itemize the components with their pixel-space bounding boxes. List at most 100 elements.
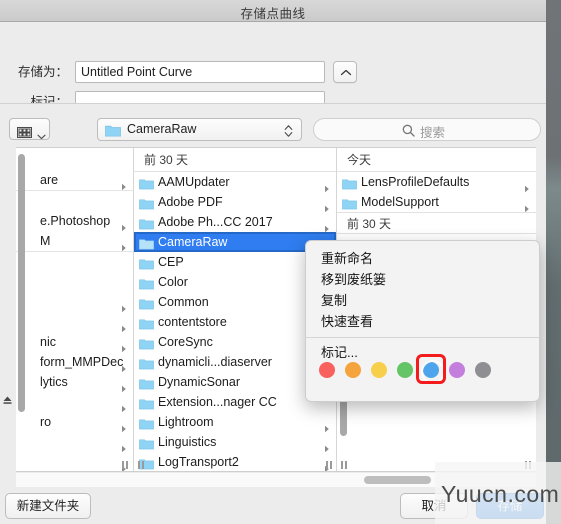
path-popup-button[interactable]: CameraRaw [97,118,302,141]
context-menu-item-move-to-trash[interactable]: 移到废纸篓 [306,269,539,290]
folder-icon [139,396,154,412]
list-item[interactable] [16,191,133,211]
folder-icon [139,416,154,432]
list-item[interactable]: form_MMPDec [16,352,133,372]
list-item-label: LensProfileDefaults [361,175,470,189]
column-left-scrollbar[interactable] [18,154,25,412]
column-left-header-spacer [16,148,133,170]
list-item-label: e.Photoshop [40,214,111,228]
list-item[interactable] [16,312,133,332]
column-middle-resizer-right[interactable] [324,459,334,471]
tag-yellow-swatch[interactable] [371,362,387,378]
list-item-label: AAMUpdater [158,175,230,189]
list-item[interactable]: are [16,170,133,190]
list-item[interactable]: nic [16,332,133,352]
list-item[interactable]: lytics [16,372,133,392]
context-menu-item-duplicate[interactable]: 复制 [306,290,539,311]
list-item[interactable]: LogTransport2 [134,452,336,471]
tag-orange-swatch[interactable] [345,362,361,378]
list-item[interactable] [16,392,133,412]
list-item[interactable]: AAMUpdater [134,172,336,192]
disclosure-arrow-icon [324,439,330,452]
save-as-row: 存储为： Untitled Point Curve [0,61,340,83]
list-item-label: dynamicli...diaserver [158,355,272,369]
list-item-label: Linguistics [158,435,217,449]
list-item[interactable] [16,432,133,452]
context-menu-separator [306,337,539,338]
search-icon [402,124,415,142]
folder-icon [342,176,357,192]
list-item[interactable]: LensProfileDefaults [337,172,536,192]
disclosure-arrow-icon [121,218,127,231]
list-item[interactable] [16,272,133,292]
list-item[interactable]: Adobe PDF [134,192,336,212]
disclosure-arrow-icon [121,379,127,392]
list-item[interactable]: M [16,231,133,251]
list-item-label: Color [158,275,188,289]
annotation-highlight-box [416,354,446,384]
disclosure-arrow-icon [121,299,127,312]
column-right-resizer-left[interactable] [339,459,349,471]
tag-red-swatch[interactable] [319,362,335,378]
watermark-text: Yuucn.com [441,481,560,507]
list-item[interactable] [16,252,133,272]
folder-icon [139,176,154,192]
disclosure-arrow-icon [324,419,330,432]
browser-column-left[interactable]: are e.Photoshop M nic form_MMPDec lytics… [16,148,134,471]
column-right-group-header: 前 30 天 [337,212,536,234]
column-middle-resizer-left[interactable] [136,459,146,471]
list-item-label: Adobe Ph...CC 2017 [158,215,273,229]
folder-icon [139,356,154,372]
list-item-label: CEP [158,255,184,269]
new-folder-button[interactable]: 新建文件夹 [5,493,91,519]
list-item-label: Lightroom [158,415,214,429]
list-item-label: are [40,173,59,187]
folder-icon [139,436,154,452]
list-item[interactable] [16,292,133,312]
tag-gray-swatch[interactable] [475,362,491,378]
list-item[interactable]: ModelSupport [337,192,536,212]
up-down-stepper-icon [284,124,293,143]
folder-icon [139,276,154,292]
context-menu-item-quick-look[interactable]: 快速查看 [306,311,539,332]
disclosure-arrow-icon [121,399,127,412]
context-menu-item-rename[interactable]: 重新命名 [306,248,539,269]
browser-horizontal-scrollbar-thumb[interactable] [364,476,431,484]
column-left-resizer[interactable] [120,459,130,471]
folder-icon [139,196,154,212]
context-menu-top-pad [306,241,539,248]
search-field[interactable]: 搜索 [313,118,541,141]
list-item-label: Extension...nager CC [158,395,277,409]
folder-icon [139,216,154,232]
disclosure-arrow-icon [121,359,127,372]
list-item[interactable]: Linguistics [134,432,336,452]
list-item-label: contentstore [158,315,227,329]
list-item-label: M [40,234,51,248]
disclosure-arrow-icon [324,219,330,232]
list-item-label: LogTransport2 [158,455,239,469]
expand-collapse-button[interactable] [333,61,357,83]
tag-green-swatch[interactable] [397,362,413,378]
folder-icon [139,296,154,312]
list-item[interactable]: Lightroom [134,412,336,432]
eject-icon [2,392,13,410]
folder-icon [139,236,154,252]
list-item[interactable]: e.Photoshop [16,211,133,231]
folder-icon [342,196,357,212]
tag-purple-swatch[interactable] [449,362,465,378]
disclosure-arrow-icon [121,339,127,352]
list-item-label: CoreSync [158,335,213,349]
screenshot-root: 存储点曲线 存储为： Untitled Point Curve 标记： Came… [0,0,561,524]
disclosure-arrow-icon [121,238,127,251]
save-form: 存储为： Untitled Point Curve 标记： [0,22,546,113]
list-item[interactable] [16,452,133,471]
list-item[interactable]: Adobe Ph...CC 2017 [134,212,336,232]
disclosure-arrow-icon [121,439,127,452]
view-mode-button[interactable] [9,118,50,140]
list-item[interactable]: ro [16,412,133,432]
folder-icon [139,256,154,272]
column-right-scrollbar[interactable] [340,396,347,436]
save-as-input[interactable]: Untitled Point Curve [75,61,325,83]
list-item-label: ModelSupport [361,195,439,209]
chevron-down-icon [37,127,46,145]
